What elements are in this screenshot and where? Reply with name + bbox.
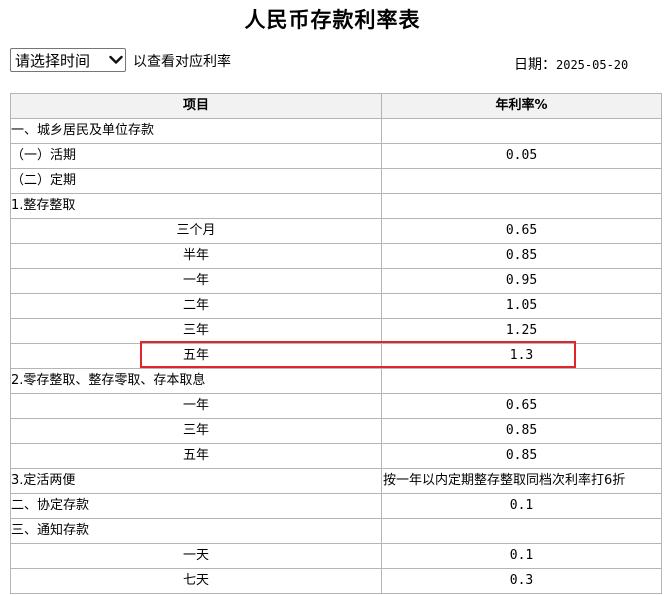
table-row: （一）活期 0.05: [10, 143, 662, 169]
table-row: 三年 0.85: [10, 418, 662, 444]
item-cell: 五年: [10, 343, 382, 369]
item-cell: 五年: [10, 443, 382, 469]
table-row: 三个月 0.65: [10, 218, 662, 244]
rate-note-cell: 按一年以内定期整存整取同档次利率打6折: [381, 468, 662, 494]
table-row: 三、通知存款: [10, 518, 662, 544]
item-cell: 三年: [10, 418, 382, 444]
table-row: 2.零存整取、整存零取、存本取息: [10, 368, 662, 394]
rate-cell: 0.05: [381, 143, 662, 169]
page-title: 人民币存款利率表: [244, 7, 421, 32]
rate-cell: 0.1: [381, 543, 662, 569]
table-row: 二年 1.05: [10, 293, 662, 319]
table-row: 一、城乡居民及单位存款: [10, 118, 662, 144]
rate-cell: 0.1: [381, 493, 662, 519]
item-cell: （一）活期: [10, 143, 382, 169]
date-value: 2025-05-20: [556, 58, 629, 72]
rate-cell: 0.3: [381, 568, 662, 594]
rate-cell: 1.3: [381, 343, 662, 369]
rate-cell: 1.05: [381, 293, 662, 319]
column-header-item: 项目: [10, 93, 382, 119]
item-cell: 3.定活两便: [10, 468, 382, 494]
rate-cell: 0.85: [381, 418, 662, 444]
rate-cell: 0.85: [381, 243, 662, 269]
item-cell: 二、协定存款: [10, 493, 382, 519]
table-header-row: 项目 年利率%: [10, 93, 662, 119]
rate-cell: 0.85: [381, 443, 662, 469]
item-cell: 一天: [10, 543, 382, 569]
rates-table: 项目 年利率% 一、城乡居民及单位存款 （一）活期 0.05 （二）定期 1.整…: [10, 93, 662, 594]
date-display: 日期：2025-05-20: [514, 54, 628, 74]
item-cell: （二）定期: [10, 168, 382, 194]
select-hint: 以查看对应利率: [133, 54, 231, 70]
date-label: 日期：: [514, 57, 556, 73]
table-row: 3.定活两便 按一年以内定期整存整取同档次利率打6折: [10, 468, 662, 494]
table-row: 半年 0.85: [10, 243, 662, 269]
rate-cell: [381, 368, 662, 394]
rate-cell: [381, 118, 662, 144]
table-row: 1.整存整取: [10, 193, 662, 219]
table-row: 五年 0.85: [10, 443, 662, 469]
item-cell: 一、城乡居民及单位存款: [10, 118, 382, 144]
rate-cell: [381, 518, 662, 544]
table-row: 一年 0.95: [10, 268, 662, 294]
rate-cell: 1.25: [381, 318, 662, 344]
table-row-highlighted: 五年 1.3: [10, 343, 662, 369]
table-row: 一天 0.1: [10, 543, 662, 569]
chevron-down-icon: [107, 49, 125, 71]
item-cell: 三、通知存款: [10, 518, 382, 544]
table-row: 七天 0.3: [10, 568, 662, 594]
table-row: 二、协定存款 0.1: [10, 493, 662, 519]
rate-cell: 0.65: [381, 218, 662, 244]
table-row: （二）定期: [10, 168, 662, 194]
item-cell: 1.整存整取: [10, 193, 382, 219]
table-row: 三年 1.25: [10, 318, 662, 344]
item-cell: 半年: [10, 243, 382, 269]
item-cell: 2.零存整取、整存零取、存本取息: [10, 368, 382, 394]
time-select-value: 请选择时间: [15, 51, 91, 70]
time-select[interactable]: 请选择时间: [10, 48, 126, 72]
item-cell: 三个月: [10, 218, 382, 244]
rate-cell: 0.65: [381, 393, 662, 419]
rate-cell: [381, 168, 662, 194]
item-cell: 二年: [10, 293, 382, 319]
item-cell: 七天: [10, 568, 382, 594]
item-cell: 一年: [10, 393, 382, 419]
rate-cell: 0.95: [381, 268, 662, 294]
table-row: 一年 0.65: [10, 393, 662, 419]
item-cell: 一年: [10, 268, 382, 294]
column-header-rate: 年利率%: [381, 93, 662, 119]
item-cell: 三年: [10, 318, 382, 344]
rate-cell: [381, 193, 662, 219]
